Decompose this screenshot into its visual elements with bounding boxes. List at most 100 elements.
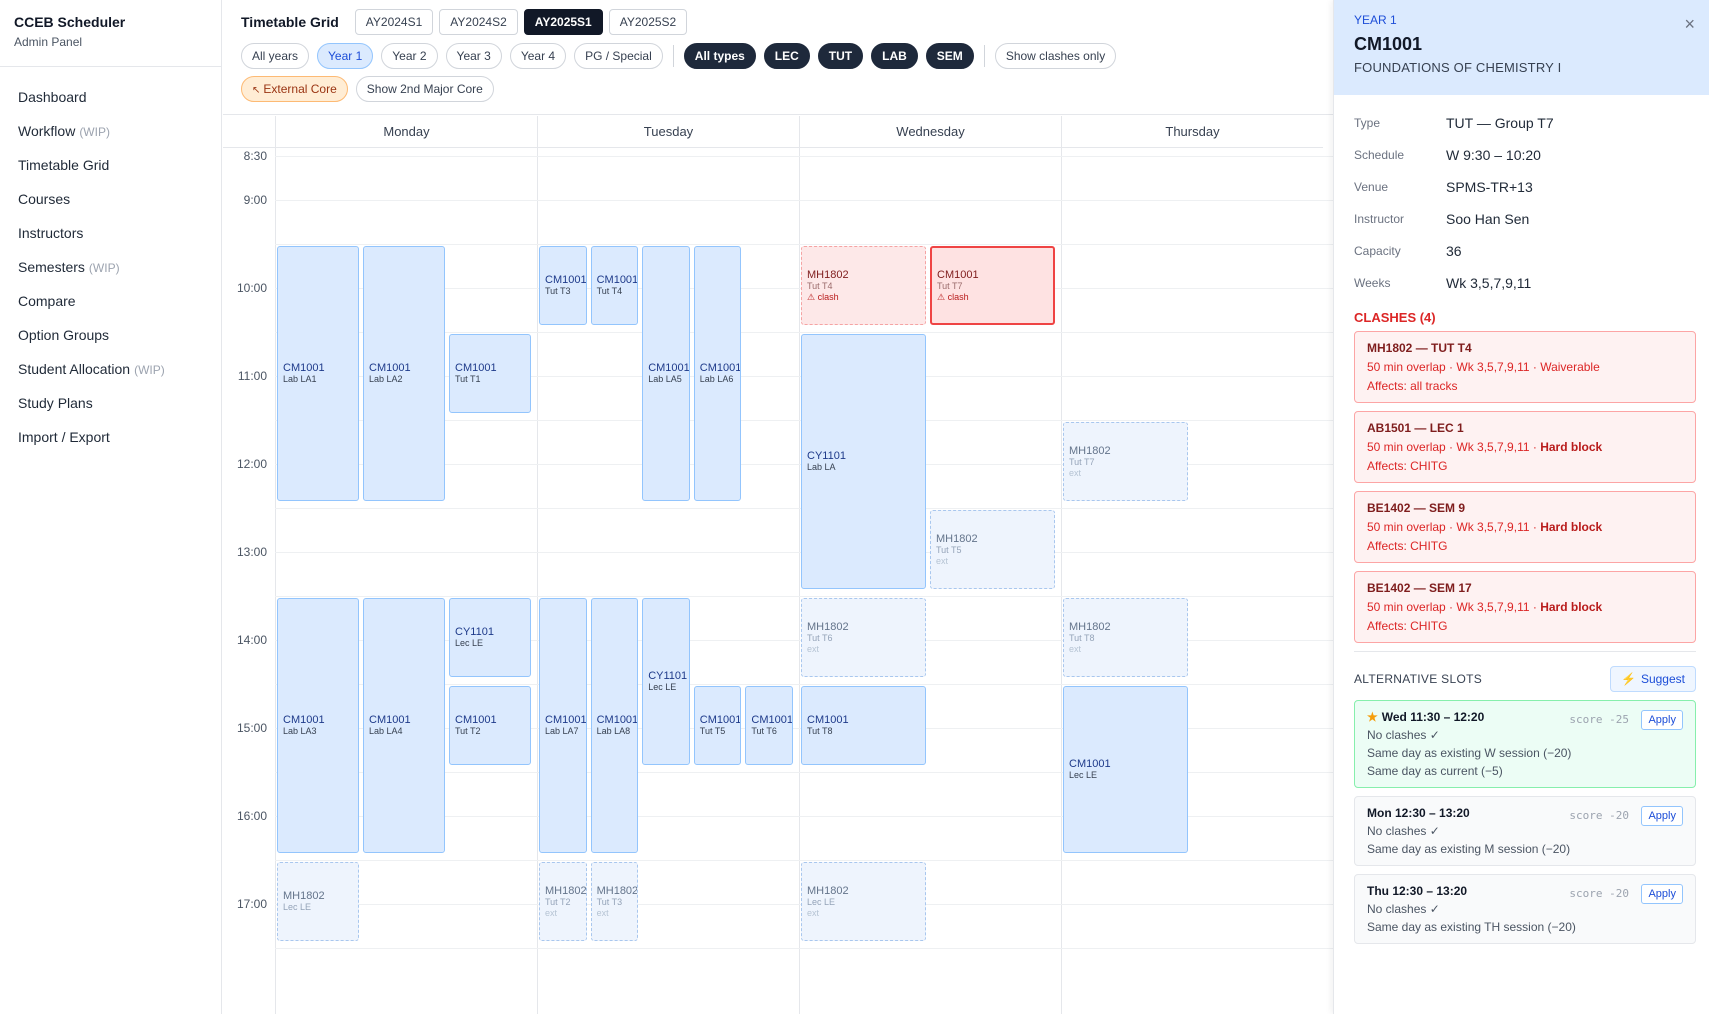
timetable-event[interactable]: CM1001 Lab LA1 — [277, 246, 359, 502]
detail-label: Type — [1354, 116, 1381, 130]
timetable-event[interactable]: CM1001 Lab LA6 — [693, 246, 742, 502]
detail-label: Venue — [1354, 180, 1389, 194]
apply-button[interactable]: Apply — [1641, 884, 1683, 904]
sidebar-item-study-plans[interactable]: Study Plans — [0, 386, 221, 420]
timetable-event[interactable]: CM1001 Tut T1 — [449, 334, 531, 414]
type-filter-lec[interactable]: LEC — [763, 43, 810, 69]
apply-button[interactable]: Apply — [1641, 710, 1683, 730]
timetable-event[interactable]: CM1001 Tut T5 — [693, 686, 742, 766]
brand: CCEB Scheduler Admin Panel — [0, 0, 221, 67]
app-subtitle: Admin Panel — [14, 35, 83, 49]
sidebar-item-dashboard[interactable]: Dashboard — [0, 80, 221, 114]
time-label: 13:00 — [236, 545, 267, 559]
timetable-event[interactable]: CM1001 Tut T8 — [801, 686, 926, 766]
sidebar-item-label: Dashboard — [18, 89, 87, 105]
event-code: CM1001 — [545, 274, 587, 287]
timetable-event[interactable]: CM1001 Lec LE — [1063, 686, 1188, 854]
event-code: CM1001 — [596, 274, 639, 287]
timetable-event[interactable]: CM1001 Lab LA5 — [642, 246, 690, 502]
sidebar-item-student-allocation[interactable]: Student Allocation (WIP) — [0, 352, 221, 386]
event-group: Tut T3 — [545, 286, 571, 297]
timetable-event[interactable]: CY1101 Lec LE — [449, 598, 531, 678]
event-code: CM1001 — [369, 714, 411, 727]
clash-overlap: 50 min overlap · Wk 3,5,7,9,11 · — [1367, 440, 1541, 454]
semester-tab-ay2025s1[interactable]: AY2025S1 — [523, 9, 603, 35]
sidebar-item-semesters[interactable]: Semesters (WIP) — [0, 250, 221, 284]
type-filter-sem[interactable]: SEM — [925, 43, 974, 69]
type-filter-tut[interactable]: TUT — [817, 43, 864, 69]
panel-course-code: CM1001 — [1354, 34, 1423, 54]
timetable-event[interactable]: CM1001 Lab LA8 — [590, 598, 639, 854]
timetable-event[interactable]: CM1001 Tut T6 — [745, 686, 793, 766]
alternatives-header: ALTERNATIVE SLOTS ⚡ Suggest — [1334, 652, 1709, 700]
clash-card[interactable]: AB1501 — LEC 1 50 min overlap · Wk 3,5,7,… — [1354, 411, 1696, 483]
timetable-event[interactable]: CM1001 Lab LA4 — [363, 598, 445, 854]
semester-tab-ay2024s1[interactable]: AY2024S1 — [354, 9, 434, 35]
timetable-event[interactable]: CM1001 Lab LA3 — [277, 598, 359, 854]
year-filter-pg-special[interactable]: PG / Special — [574, 43, 663, 69]
wip-tag: (WIP) — [88, 261, 120, 275]
timetable-event[interactable]: MH1802 Tut T6 ext — [801, 598, 926, 678]
semester-row: Timetable Grid AY2024S1 AY2024S2 AY2025S1 A… — [241, 9, 688, 35]
event-code: CM1001 — [455, 714, 497, 727]
year-filter-all-years[interactable]: All years — [241, 43, 310, 69]
detail-label: Weeks — [1354, 276, 1391, 290]
external-core-toggle[interactable]: ↖ External Core — [241, 76, 348, 102]
timetable-event[interactable]: MH1802 Tut T5 ext — [930, 510, 1055, 590]
clash-card[interactable]: MH1802 — TUT T4 50 min overlap · Wk 3,5,7… — [1354, 331, 1696, 403]
timetable-event[interactable]: CM1001 Tut T4 — [590, 246, 639, 326]
year-filter-year-2[interactable]: Year 2 — [381, 43, 438, 69]
alternative-note: No clashes ✓ — [1367, 824, 1440, 838]
timetable-event[interactable]: CM1001 Lab LA2 — [363, 246, 445, 502]
sidebar-item-courses[interactable]: Courses — [0, 182, 221, 216]
timetable-event[interactable]: MH1802 Tut T3 ext — [590, 862, 639, 942]
semester-tab-ay2024s2[interactable]: AY2024S2 — [439, 9, 518, 35]
semester-tab-ay2025s2[interactable]: AY2025S2 — [608, 9, 688, 35]
timetable-event[interactable]: MH1802 Tut T4 ⚠ clash — [801, 246, 926, 326]
alternative-slot[interactable]: Mon 12:30 – 13:20 score -20 Apply No clashe… — [1354, 796, 1696, 866]
year-filter-year-4[interactable]: Year 4 — [509, 43, 567, 69]
timetable-event[interactable]: MH1802 Tut T2 ext — [539, 862, 587, 942]
apply-button[interactable]: Apply — [1641, 806, 1683, 826]
clash-title: BE1402 — SEM 9 — [1367, 501, 1466, 515]
sidebar-item-import-export[interactable]: Import / Export — [0, 420, 221, 454]
detail-label: Schedule — [1354, 148, 1405, 162]
type-filter-all-types[interactable]: All types — [683, 43, 756, 69]
half-hour-line — [275, 860, 1333, 861]
type-filter-lab[interactable]: LAB — [871, 43, 918, 69]
year-filter-year-3[interactable]: Year 3 — [445, 43, 502, 69]
event-group: Lec LE — [1069, 770, 1098, 781]
timetable-event[interactable]: MH1802 Tut T8 ext — [1063, 598, 1188, 678]
alternative-slot[interactable]: Thu 12:30 – 13:20 score -20 Apply No clashe… — [1354, 874, 1696, 944]
timetable-event[interactable]: MH1802 Lec LE ext — [801, 862, 926, 942]
clash-card[interactable]: BE1402 — SEM 17 50 min overlap · Wk 3,5,7… — [1354, 571, 1696, 643]
sidebar-item-option-groups[interactable]: Option Groups — [0, 318, 221, 352]
alternative-score: score -25 — [1569, 713, 1629, 726]
sidebar-item-workflow[interactable]: Workflow (WIP) — [0, 114, 221, 148]
day-divider — [537, 148, 538, 1014]
close-icon[interactable]: × — [1684, 14, 1695, 35]
external-tag: ext — [545, 907, 558, 918]
alternative-time: Wed 11:30 – 12:20 — [1381, 710, 1485, 724]
clash-detail: 50 min overlap · Wk 3,5,7,9,11 · Hard bl… — [1367, 600, 1683, 614]
event-group: Lab LA5 — [648, 374, 682, 385]
timetable-event[interactable]: CY1101 Lec LE — [642, 598, 690, 766]
timetable-event[interactable]: CM1001 Tut T3 — [539, 246, 587, 326]
suggest-button[interactable]: ⚡ Suggest — [1610, 666, 1696, 692]
show-clashes-toggle[interactable]: Show clashes only — [994, 43, 1117, 69]
clash-card[interactable]: BE1402 — SEM 9 50 min overlap · Wk 3,5,7,… — [1354, 491, 1696, 563]
sidebar-item-timetable-grid[interactable]: Timetable Grid — [0, 148, 221, 182]
timetable-event[interactable]: CY1101 Lab LA — [801, 334, 926, 590]
second-major-toggle[interactable]: Show 2nd Major Core — [355, 76, 494, 102]
timetable-event[interactable]: CM1001 Tut T2 — [449, 686, 531, 766]
sidebar-item-compare[interactable]: Compare — [0, 284, 221, 318]
sidebar-item-instructors[interactable]: Instructors — [0, 216, 221, 250]
alternative-slot[interactable]: ★ Wed 11:30 – 12:20 score -25 Apply No clash… — [1354, 700, 1696, 788]
panel-year: YEAR 1 — [1354, 13, 1397, 27]
timetable-event[interactable]: CM1001 Lab LA7 — [539, 598, 587, 854]
timetable-event[interactable]: MH1802 Tut T7 ext — [1063, 422, 1188, 502]
timetable-event[interactable]: MH1802 Lec LE — [277, 862, 359, 942]
year-filter-year-1[interactable]: Year 1 — [317, 43, 374, 69]
detail-row-schedule: Schedule W 9:30 – 10:20 — [1354, 139, 1689, 171]
timetable-event[interactable]: CM1001 Tut T7 ⚠ clash — [930, 246, 1055, 326]
